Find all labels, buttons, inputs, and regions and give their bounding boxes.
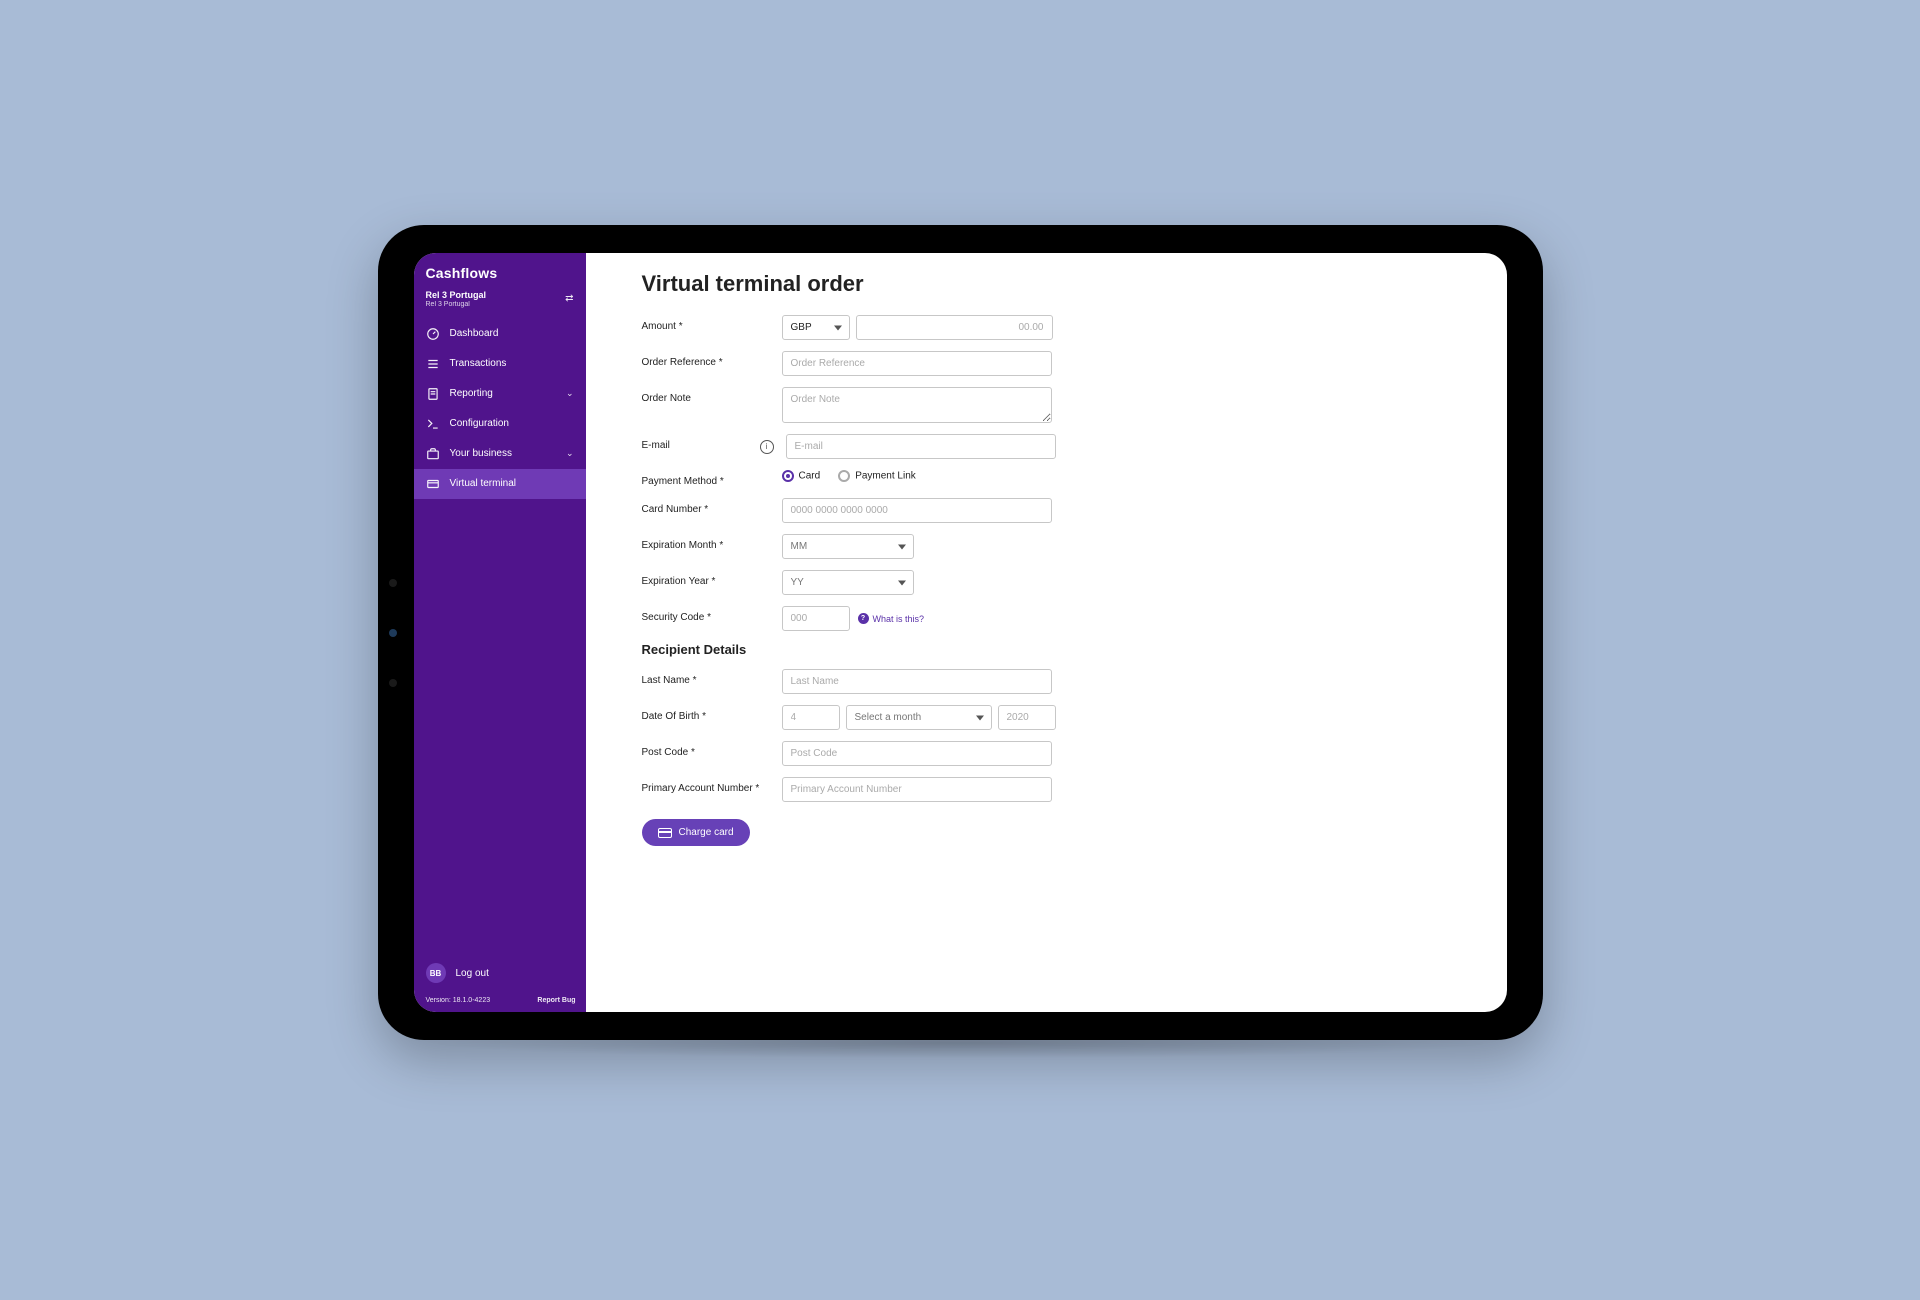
sidebar-label: Reporting (450, 388, 493, 399)
security-code-input[interactable] (782, 606, 850, 631)
label-order-note: Order Note (642, 387, 782, 404)
brand-logo: Cashflows (414, 253, 586, 289)
card-terminal-icon (426, 477, 440, 491)
logout-row[interactable]: BB Log out (414, 953, 586, 993)
document-icon (426, 387, 440, 401)
radio-label: Payment Link (855, 471, 916, 482)
gauge-icon (426, 327, 440, 341)
order-reference-input[interactable] (782, 351, 1052, 376)
label-order-ref: Order Reference * (642, 351, 782, 368)
label-post-code: Post Code * (642, 741, 782, 758)
sidebar-footer: Version: 18.1.0-4223 Report Bug (414, 993, 586, 1012)
nav: Dashboard Transactions Reporting ⌄ (414, 319, 586, 499)
label-exp-month: Expiration Month * (642, 534, 782, 551)
briefcase-icon (426, 447, 440, 461)
sidebar-label: Transactions (450, 358, 507, 369)
question-icon: ? (858, 613, 869, 624)
sidebar-item-transactions[interactable]: Transactions (414, 349, 586, 379)
card-icon (658, 828, 672, 838)
account-subname: Rel 3 Portugal (426, 301, 487, 309)
label-amount: Amount * (642, 315, 782, 332)
swap-icon: ⇄ (565, 293, 573, 304)
account-name: Rel 3 Portugal (426, 291, 487, 301)
pan-input[interactable] (782, 777, 1052, 802)
post-code-input[interactable] (782, 741, 1052, 766)
label-card-number: Card Number * (642, 498, 782, 515)
screen: Cashflows Rel 3 Portugal Rel 3 Portugal … (414, 253, 1507, 1012)
currency-select[interactable]: GBP (782, 315, 850, 340)
label-security-code: Security Code * (642, 606, 782, 623)
tablet-frame: Cashflows Rel 3 Portugal Rel 3 Portugal … (378, 225, 1543, 1040)
card-number-input[interactable] (782, 498, 1052, 523)
sidebar-label: Virtual terminal (450, 478, 517, 489)
page-title: Virtual terminal order (642, 271, 1467, 297)
dob-month-select[interactable]: Select a month (846, 705, 992, 730)
charge-card-button[interactable]: Charge card (642, 819, 750, 846)
recipient-header: Recipient Details (642, 642, 1467, 657)
label-exp-year: Expiration Year * (642, 570, 782, 587)
sidebar-item-dashboard[interactable]: Dashboard (414, 319, 586, 349)
label-payment-method: Payment Method * (642, 470, 782, 487)
chevron-down-icon: ⌄ (566, 388, 574, 399)
sidebar-item-virtual-terminal[interactable]: Virtual terminal (414, 469, 586, 499)
exp-year-select[interactable]: YY (782, 570, 914, 595)
list-icon (426, 357, 440, 371)
label-dob: Date Of Birth * (642, 705, 782, 722)
avatar: BB (426, 963, 446, 983)
dob-year-input[interactable] (998, 705, 1056, 730)
version-text: Version: 18.1.0-4223 (426, 997, 491, 1004)
exp-month-select[interactable]: MM (782, 534, 914, 559)
dob-day-input[interactable] (782, 705, 840, 730)
radio-label: Card (799, 471, 821, 482)
email-input[interactable] (786, 434, 1056, 459)
hint-label: What is this? (873, 614, 925, 624)
main-content: Virtual terminal order Amount * GBP Orde… (586, 253, 1507, 1012)
sidebar-label: Your business (450, 448, 512, 459)
last-name-input[interactable] (782, 669, 1052, 694)
label-pan: Primary Account Number * (642, 777, 782, 794)
account-switcher[interactable]: Rel 3 Portugal Rel 3 Portugal ⇄ (414, 289, 586, 319)
tablet-side-buttons (389, 579, 397, 687)
sidebar-item-your-business[interactable]: Your business ⌄ (414, 439, 586, 469)
amount-input[interactable] (856, 315, 1053, 340)
sidebar-label: Configuration (450, 418, 509, 429)
order-note-textarea[interactable] (782, 387, 1052, 423)
charge-label: Charge card (679, 827, 734, 838)
label-last-name: Last Name * (642, 669, 782, 686)
report-bug-link[interactable]: Report Bug (537, 997, 575, 1004)
chevron-down-icon: ⌄ (566, 448, 574, 459)
info-icon[interactable]: i (760, 440, 774, 454)
terminal-icon (426, 417, 440, 431)
what-is-this-link[interactable]: ? What is this? (858, 613, 925, 624)
sidebar-item-reporting[interactable]: Reporting ⌄ (414, 379, 586, 409)
logout-label: Log out (456, 968, 489, 979)
radio-payment-link[interactable]: Payment Link (838, 470, 916, 482)
sidebar: Cashflows Rel 3 Portugal Rel 3 Portugal … (414, 253, 586, 1012)
sidebar-label: Dashboard (450, 328, 499, 339)
radio-card[interactable]: Card (782, 470, 821, 482)
sidebar-item-configuration[interactable]: Configuration (414, 409, 586, 439)
